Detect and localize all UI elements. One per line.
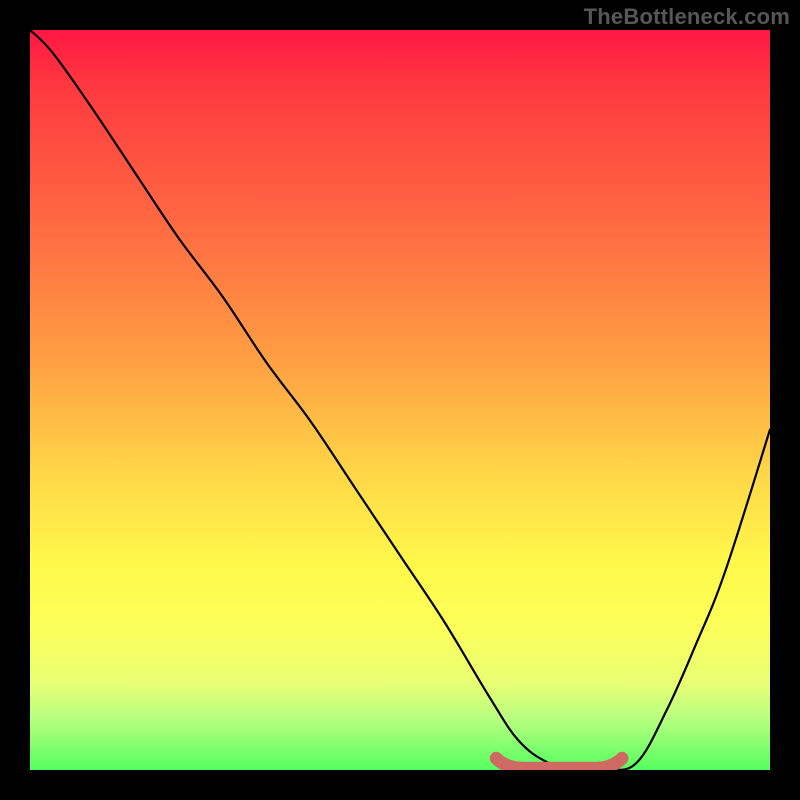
- chart-container: TheBottleneck.com: [0, 0, 800, 800]
- watermark-text: TheBottleneck.com: [584, 4, 790, 30]
- optimal-marker: [30, 30, 770, 770]
